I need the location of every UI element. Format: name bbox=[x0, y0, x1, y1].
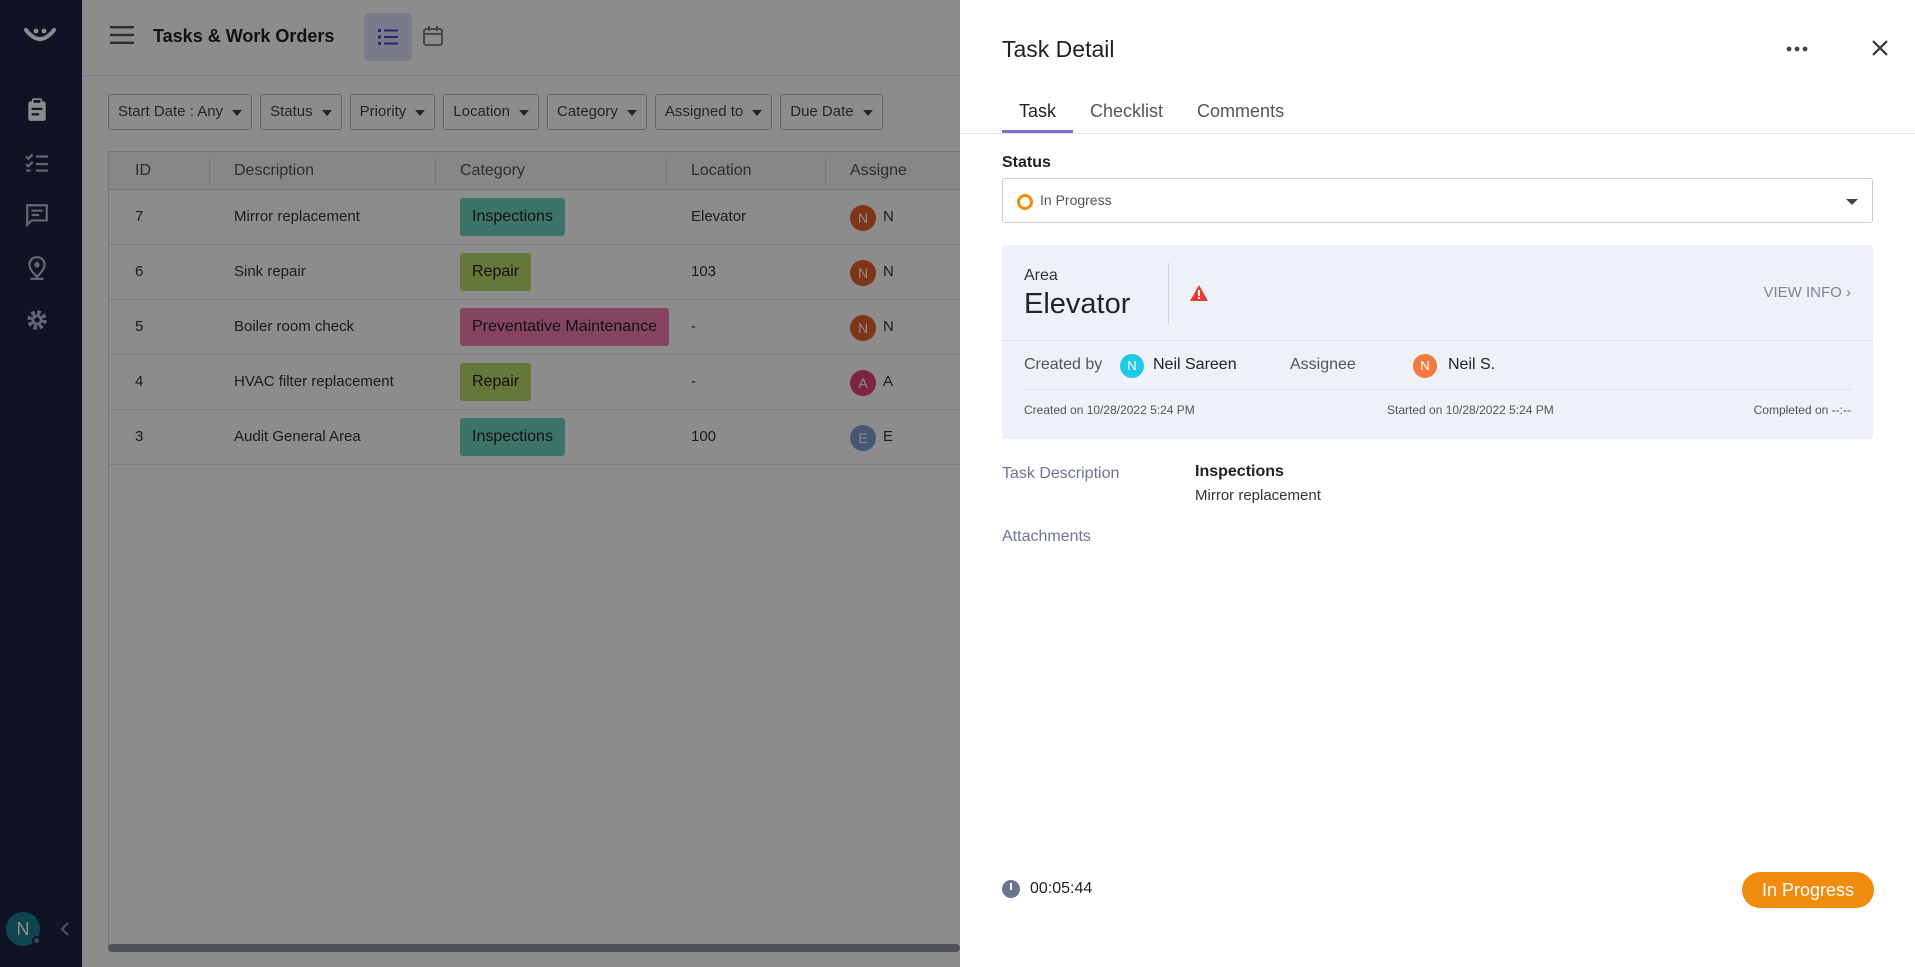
in-progress-status-icon bbox=[1017, 194, 1033, 210]
elapsed-timer: 00:05:44 bbox=[1030, 880, 1093, 897]
tab-comments[interactable]: Comments bbox=[1180, 96, 1301, 133]
tab-task[interactable]: Task bbox=[1002, 96, 1074, 133]
task-detail-panel: Task Detail Task Checklist Comments Stat… bbox=[960, 0, 1915, 967]
clock-icon bbox=[1002, 880, 1020, 898]
view-info-link[interactable]: VIEW INFO › bbox=[1763, 284, 1851, 301]
task-description-label: Task Description bbox=[1002, 465, 1120, 482]
created-on: Created on 10/28/2022 5:24 PM bbox=[1024, 403, 1195, 417]
area-name: Elevator bbox=[1024, 288, 1131, 320]
panel-title: Task Detail bbox=[1002, 36, 1115, 62]
tabs-divider bbox=[960, 133, 1915, 134]
view-info-label: VIEW INFO bbox=[1763, 284, 1842, 301]
chevron-down-icon bbox=[1846, 199, 1858, 205]
close-icon[interactable] bbox=[1870, 38, 1890, 58]
assignee-name: Neil S. bbox=[1448, 356, 1496, 373]
card-divider-2 bbox=[1024, 389, 1851, 390]
task-info-card: Area Elevator VIEW INFO › Created by N N… bbox=[1002, 245, 1873, 439]
modal-backdrop[interactable] bbox=[0, 0, 960, 967]
status-label: Status bbox=[1002, 154, 1051, 171]
started-on: Started on 10/28/2022 5:24 PM bbox=[1387, 403, 1554, 417]
area-label: Area bbox=[1024, 267, 1058, 284]
created-by-label: Created by bbox=[1024, 356, 1103, 373]
warning-icon bbox=[1190, 285, 1208, 301]
status-select[interactable]: In Progress bbox=[1002, 178, 1873, 223]
more-options-icon[interactable] bbox=[1786, 46, 1808, 52]
assignee-label: Assignee bbox=[1290, 356, 1356, 373]
chevron-right-icon: › bbox=[1846, 284, 1851, 301]
tab-checklist[interactable]: Checklist bbox=[1073, 96, 1180, 133]
task-description-title: Inspections bbox=[1195, 463, 1284, 480]
task-description-text: Mirror replacement bbox=[1195, 487, 1321, 504]
created-by-name: Neil Sareen bbox=[1153, 356, 1237, 373]
card-divider bbox=[1002, 340, 1873, 341]
assignee-avatar: N bbox=[1413, 354, 1437, 378]
status-select-value: In Progress bbox=[1040, 192, 1112, 208]
created-by-avatar: N bbox=[1120, 354, 1144, 378]
attachments-label: Attachments bbox=[1002, 528, 1091, 545]
completed-on: Completed on --:-- bbox=[1753, 403, 1851, 417]
vertical-divider bbox=[1168, 263, 1169, 325]
panel-tabs: Task Checklist Comments bbox=[1002, 96, 1301, 133]
status-action-button[interactable]: In Progress bbox=[1742, 872, 1874, 908]
